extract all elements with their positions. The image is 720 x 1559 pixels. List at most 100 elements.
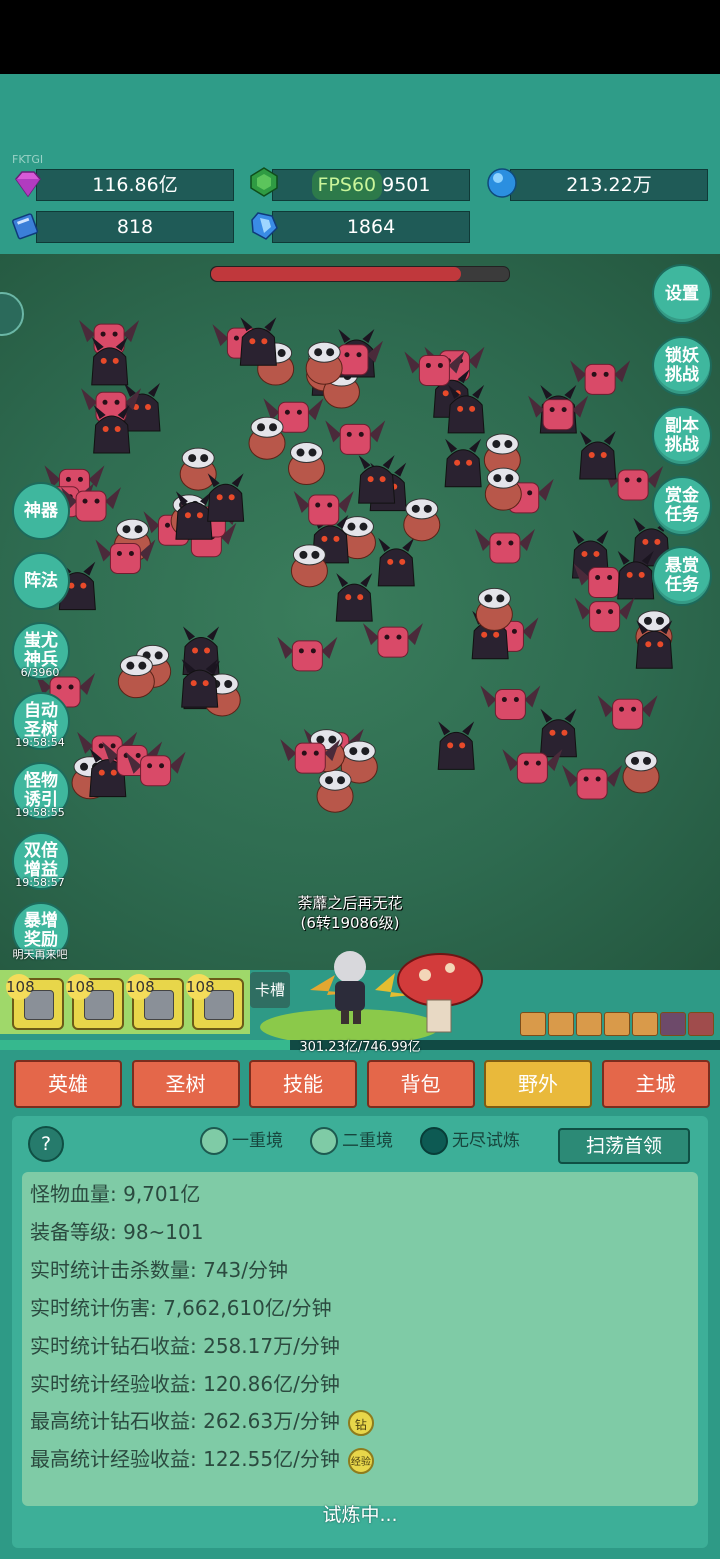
hero-name: 荼蘼之后再无花 xyxy=(297,894,403,912)
status-bar xyxy=(0,0,720,74)
button-timer: 19:58:57 xyxy=(15,876,65,889)
monster xyxy=(362,623,423,658)
equipment-slot[interactable]: 108 xyxy=(126,974,184,1030)
equipment-slot[interactable]: 108 xyxy=(186,974,244,1030)
monster xyxy=(539,708,577,758)
help-button[interactable]: ? xyxy=(28,1126,64,1162)
right-menu-button[interactable]: 设置 xyxy=(652,264,712,324)
stat-damage: 实时统计伤害: 7,662,610亿/分钟 xyxy=(30,1296,332,1320)
left-menu-button[interactable]: 神器 xyxy=(12,482,70,540)
slot-level: 108 xyxy=(186,974,215,1000)
monster xyxy=(475,587,513,631)
stat-max-exp: 最高统计经验收益: 122.55亿/分钟 经验 xyxy=(30,1446,374,1474)
buff-icon xyxy=(660,1012,686,1036)
radio-label: 一重境 xyxy=(232,1131,283,1151)
boss-health-bar xyxy=(210,266,510,282)
equipment-slot[interactable]: 108 xyxy=(66,974,124,1030)
monster xyxy=(117,655,155,699)
stat-diamond-income: 实时统计钻石收益: 258.17万/分钟 xyxy=(30,1334,340,1358)
buff-icon xyxy=(548,1012,574,1036)
monster xyxy=(207,473,245,522)
monster xyxy=(574,597,635,633)
stat-max-diamond: 最高统计钻石收益: 262.63万/分钟钻 xyxy=(30,1408,374,1436)
buff-icon xyxy=(604,1012,630,1036)
training-status: 试炼中... xyxy=(322,1504,398,1526)
monster xyxy=(597,695,658,730)
monster xyxy=(562,765,623,800)
radio-circle xyxy=(200,1127,228,1155)
book-icon xyxy=(12,213,39,240)
tab-button[interactable]: 背包 xyxy=(366,1060,475,1108)
button-label: 阵法 xyxy=(24,570,58,591)
stat-kills: 实时统计击杀数量: 743/分钟 xyxy=(30,1258,289,1282)
monster xyxy=(239,317,277,366)
right-menu-button[interactable]: 赏金 任务 xyxy=(652,476,712,536)
tab-button[interactable]: 野外 xyxy=(484,1060,592,1108)
buff-icon xyxy=(520,1012,546,1036)
monster xyxy=(444,438,482,488)
monster xyxy=(570,360,631,395)
button-timer: 19:58:55 xyxy=(15,806,65,819)
button-label: 悬赏 xyxy=(665,556,699,576)
mode-radio-1[interactable]: 一重境 xyxy=(200,1126,283,1156)
monster xyxy=(335,573,373,622)
right-menu-button[interactable]: 悬赏 任务 xyxy=(652,546,712,606)
monster xyxy=(287,442,325,486)
button-label: 怪物 xyxy=(24,771,58,791)
green-gem-icon xyxy=(250,167,278,197)
stat-text: 最高统计钻石收益: 262.63万/分钟 xyxy=(30,1409,340,1433)
stat-monster-hp: 怪物血量: 9,701亿 xyxy=(30,1182,201,1206)
monster xyxy=(290,544,328,588)
equipment-slot[interactable]: 108 xyxy=(6,974,64,1030)
crystal-icon xyxy=(251,212,278,240)
button-label: 副本 xyxy=(665,416,699,436)
hero-nameplate: 荼蘼之后再无花 (6转19086级) xyxy=(250,893,450,933)
button-label: 挑战 xyxy=(665,435,699,455)
monster xyxy=(474,528,535,564)
monster xyxy=(528,395,589,431)
corner-tag: FKTGI xyxy=(12,153,44,166)
radio-label: 无尽试炼 xyxy=(452,1131,520,1151)
right-menu-button[interactable]: 锁妖 挑战 xyxy=(652,336,712,396)
buff-icon xyxy=(576,1012,602,1036)
buff-icon xyxy=(632,1012,658,1036)
card-slot-button[interactable]: 卡槽 xyxy=(250,972,290,1008)
hero-scene xyxy=(260,951,483,1040)
monster xyxy=(579,430,617,480)
right-menu-button[interactable]: 副本 挑战 xyxy=(652,406,712,466)
monster xyxy=(484,467,522,511)
exp-text: 301.23亿/746.99亿 xyxy=(299,1040,421,1055)
mode-radio-3[interactable]: 无尽试炼 xyxy=(420,1126,520,1156)
hero-level: (6转19086级) xyxy=(300,914,400,932)
button-timer: 19:58:54 xyxy=(15,736,65,749)
tab-button[interactable]: 圣树 xyxy=(131,1060,240,1108)
left-menu-button[interactable]: 阵法 xyxy=(12,552,70,610)
monster xyxy=(123,383,161,432)
monster xyxy=(277,636,338,672)
monster xyxy=(622,750,660,794)
monster xyxy=(179,447,217,491)
mode-radio-2[interactable]: 二重境 xyxy=(310,1126,393,1156)
slot-level: 108 xyxy=(6,974,35,1000)
stat-text: 最高统计经验收益: 122.55亿/分钟 xyxy=(30,1447,340,1471)
slot-level: 108 xyxy=(126,974,155,1000)
equipment-slots: 108 108 108 108 xyxy=(0,970,250,1034)
monster xyxy=(480,685,541,721)
monster xyxy=(316,769,354,813)
button-label: 设置 xyxy=(665,283,699,304)
fps-label: FPS60 xyxy=(311,170,383,200)
button-label: 双倍 xyxy=(24,841,58,861)
sweep-boss-button[interactable]: 扫荡首领 xyxy=(558,1128,690,1164)
buff-icon xyxy=(688,1012,714,1036)
button-timer: 明天再来吧 xyxy=(12,948,68,961)
button-label: 神器 xyxy=(24,500,58,521)
tab-button[interactable]: 英雄 xyxy=(14,1060,122,1108)
monster xyxy=(358,455,396,504)
radio-circle xyxy=(420,1127,448,1155)
tab-button[interactable]: 主城 xyxy=(601,1060,710,1108)
button-label: 任务 xyxy=(665,505,699,525)
button-label: 赏金 xyxy=(665,486,699,506)
orb-counter: 213.22万 xyxy=(510,169,708,201)
button-label: 锁妖 xyxy=(665,346,699,366)
tab-button[interactable]: 技能 xyxy=(249,1060,357,1108)
